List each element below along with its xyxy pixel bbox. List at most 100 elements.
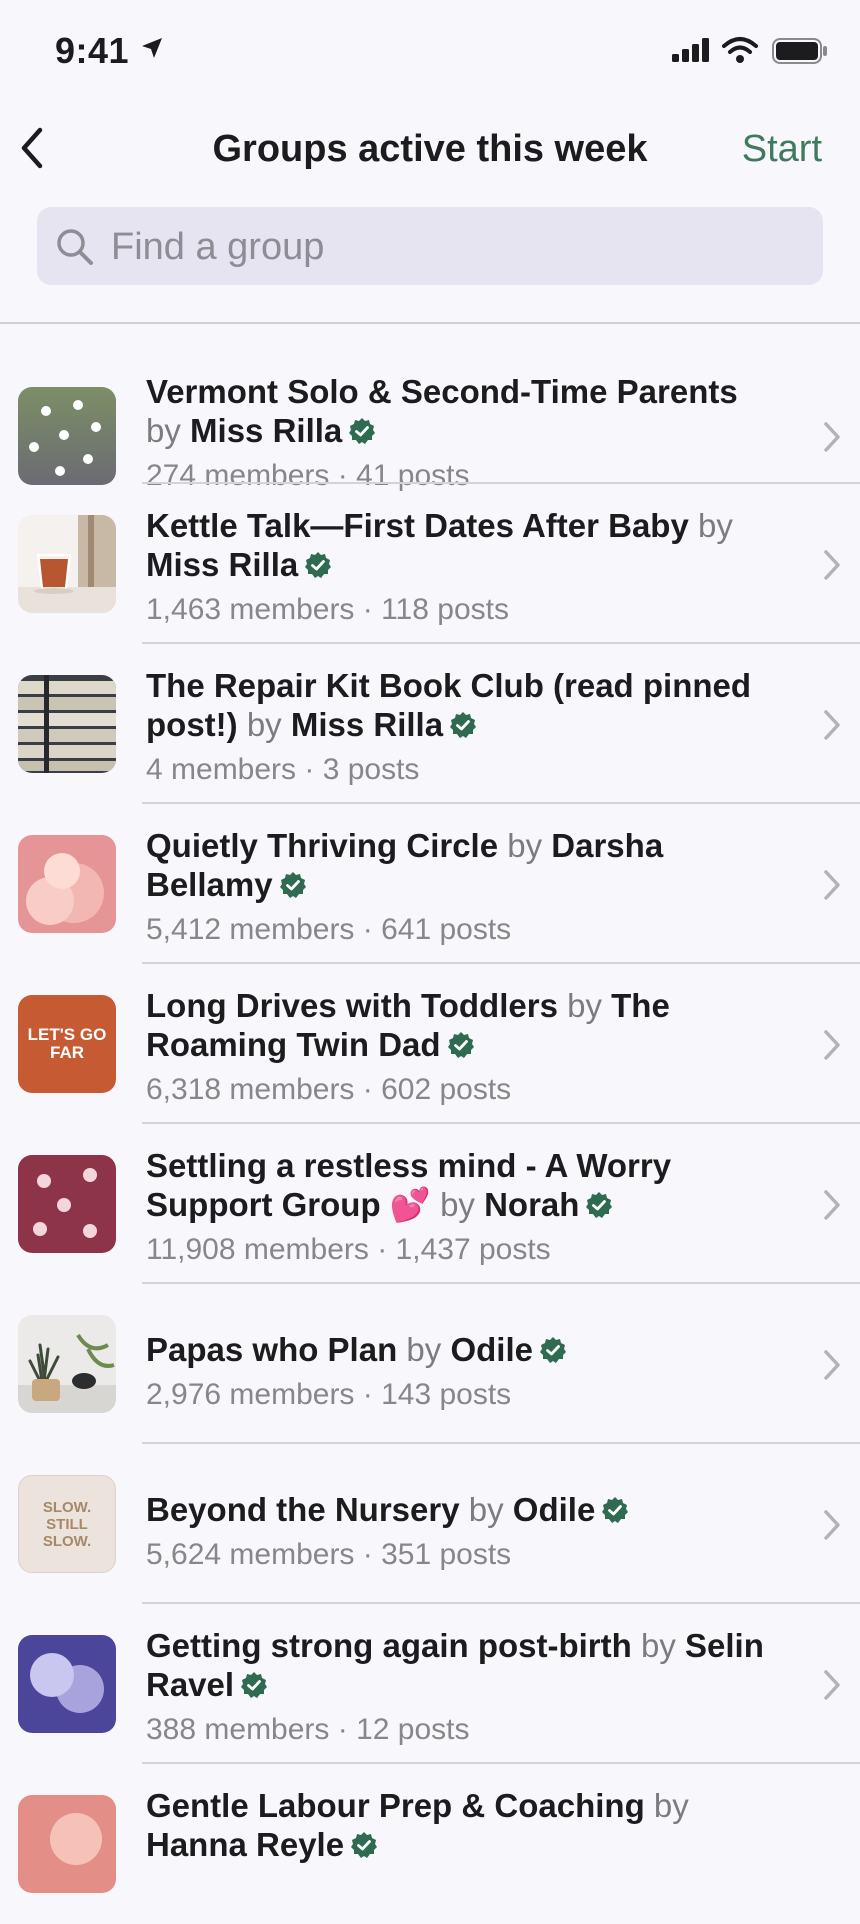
group-name: Vermont Solo & Second-Time Parents <box>146 373 738 410</box>
group-thumbnail <box>18 835 116 933</box>
group-row-quietly-thriving[interactable]: Quietly Thriving Circle by Darsha Bellam… <box>0 804 860 964</box>
chevron-right-icon <box>824 1670 840 1700</box>
group-text: Long Drives with Toddlers by The Roaming… <box>146 986 780 1108</box>
by-label: by <box>146 412 181 449</box>
battery-icon <box>772 38 827 64</box>
group-title: Getting strong again post-birth by Selin… <box>146 1626 780 1704</box>
group-name: Long Drives with Toddlers <box>146 987 558 1024</box>
verified-badge-icon <box>349 418 376 444</box>
group-text: Quietly Thriving Circle by Darsha Bellam… <box>146 826 780 948</box>
group-name: Beyond the Nursery <box>146 1491 460 1528</box>
group-row-getting-strong[interactable]: Getting strong again post-birth by Selin… <box>0 1604 860 1764</box>
group-text: Beyond the Nursery by Odile 5,624 member… <box>146 1490 780 1573</box>
group-stats: 2,976 members · 143 posts <box>146 1378 512 1411</box>
cellular-signal-icon <box>672 38 709 62</box>
group-thumbnail <box>18 515 116 613</box>
group-name: Getting strong again post-birth <box>146 1627 632 1664</box>
group-thumbnail <box>18 387 116 485</box>
by-label: by <box>653 1787 689 1824</box>
search-bar[interactable] <box>37 207 823 285</box>
group-title: Vermont Solo & Second-Time Parents by Mi… <box>146 372 780 450</box>
group-row-gentle-labour[interactable]: Gentle Labour Prep & Coaching by Hanna R… <box>0 1764 860 1924</box>
group-owner: Odile <box>450 1331 533 1368</box>
group-owner: Hanna Reyle <box>146 1826 345 1863</box>
group-text: The Repair Kit Book Club (read pinned po… <box>146 666 780 788</box>
status-bar: 9:41 <box>0 0 860 100</box>
by-label: by <box>406 1331 442 1368</box>
start-button[interactable]: Start <box>742 128 822 171</box>
page-title: Groups active this week <box>212 128 648 170</box>
search-icon <box>57 229 93 265</box>
group-thumbnail <box>18 1155 116 1253</box>
group-title: Beyond the Nursery by Odile <box>146 1490 780 1529</box>
verified-badge-icon <box>602 1497 629 1523</box>
group-thumbnail: SLOW. STILL SLOW. <box>18 1475 116 1573</box>
group-row-repair-kit[interactable]: The Repair Kit Book Club (read pinned po… <box>0 644 860 804</box>
group-thumbnail <box>18 1795 116 1893</box>
group-title: Papas who Plan by Odile <box>146 1330 780 1369</box>
navigation-bar: Groups active this week Start <box>0 110 860 190</box>
group-text: Gentle Labour Prep & Coaching by Hanna R… <box>146 1786 780 1872</box>
group-name: Gentle Labour Prep & Coaching <box>146 1787 645 1824</box>
verified-badge-icon <box>241 1672 268 1698</box>
by-label: by <box>468 1491 504 1528</box>
chevron-right-icon <box>824 710 840 740</box>
group-name: Quietly Thriving Circle <box>146 827 499 864</box>
group-owner: Odile <box>512 1491 596 1528</box>
group-title: Gentle Labour Prep & Coaching by Hanna R… <box>146 1786 780 1864</box>
group-owner: Miss Rilla <box>146 546 299 583</box>
group-name: Kettle Talk—First Dates After Baby <box>146 507 689 544</box>
chevron-right-icon <box>824 1510 840 1540</box>
chevron-right-icon <box>824 1030 840 1060</box>
group-title: Quietly Thriving Circle by Darsha Bellam… <box>146 826 780 904</box>
chevron-right-icon <box>824 1350 840 1380</box>
group-row-long-drives[interactable]: LET'S GO FAR Long Drives with Toddlers b… <box>0 964 860 1124</box>
group-thumbnail <box>18 1635 116 1733</box>
by-label: by <box>440 1186 475 1223</box>
group-text: Papas who Plan by Odile 2,976 members · … <box>146 1330 780 1413</box>
by-label: by <box>507 827 543 864</box>
verified-badge-icon <box>450 712 477 738</box>
search-input[interactable] <box>109 221 803 273</box>
group-text: Vermont Solo & Second-Time Parents by Mi… <box>146 372 780 494</box>
group-row-vermont[interactable]: Vermont Solo & Second-Time Parents by Mi… <box>0 324 860 492</box>
group-owner: Norah <box>484 1186 580 1223</box>
group-text: Settling a restless mind - A Worry Suppo… <box>146 1146 780 1268</box>
verified-badge-icon <box>539 1337 566 1363</box>
group-text: Getting strong again post-birth by Selin… <box>146 1626 780 1748</box>
verified-badge-icon <box>351 1832 378 1858</box>
group-row-papas-who-plan[interactable]: Papas who Plan by Odile 2,976 members · … <box>0 1284 860 1444</box>
group-row-settling-mind[interactable]: Settling a restless mind - A Worry Suppo… <box>0 1124 860 1284</box>
group-stats: 1,463 members · 118 posts <box>146 593 509 626</box>
group-stats: 11,908 members · 1,437 posts <box>146 1233 551 1266</box>
chevron-right-icon <box>824 422 840 452</box>
group-row-kettle-talk[interactable]: Kettle Talk—First Dates After Baby by Mi… <box>0 484 860 644</box>
group-title: Long Drives with Toddlers by The Roaming… <box>146 986 780 1064</box>
by-label: by <box>246 706 282 743</box>
wifi-icon <box>722 37 758 63</box>
group-text: Kettle Talk—First Dates After Baby by Mi… <box>146 506 780 628</box>
group-stats: 5,624 members · 351 posts <box>146 1538 512 1571</box>
group-title: Kettle Talk—First Dates After Baby by Mi… <box>146 506 780 584</box>
group-title: The Repair Kit Book Club (read pinned po… <box>146 666 780 744</box>
group-stats: 6,318 members · 602 posts <box>146 1073 512 1106</box>
group-owner: Miss Rilla <box>190 412 343 449</box>
group-title: Settling a restless mind - A Worry Suppo… <box>146 1146 780 1224</box>
group-stats: 5,412 members · 641 posts <box>146 913 512 946</box>
thumbnail-text: LET'S GO FAR <box>27 1025 107 1062</box>
chevron-right-icon <box>824 1190 840 1220</box>
group-thumbnail: LET'S GO FAR <box>18 995 116 1093</box>
verified-badge-icon <box>305 552 332 578</box>
group-stats: 388 members · 12 posts <box>146 1713 470 1746</box>
verified-badge-icon <box>447 1032 474 1058</box>
group-row-beyond-nursery[interactable]: SLOW. STILL SLOW. Beyond the Nursery by … <box>0 1444 860 1604</box>
group-thumbnail <box>18 675 116 773</box>
by-label: by <box>697 507 733 544</box>
group-name: Papas who Plan <box>146 1331 398 1368</box>
group-owner: Miss Rilla <box>290 706 444 743</box>
group-list: Vermont Solo & Second-Time Parents by Mi… <box>0 324 860 1924</box>
chevron-right-icon <box>824 870 840 900</box>
thumbnail-text: SLOW. STILL SLOW. <box>42 1498 92 1550</box>
group-thumbnail <box>18 1315 116 1413</box>
by-label: by <box>567 987 602 1024</box>
